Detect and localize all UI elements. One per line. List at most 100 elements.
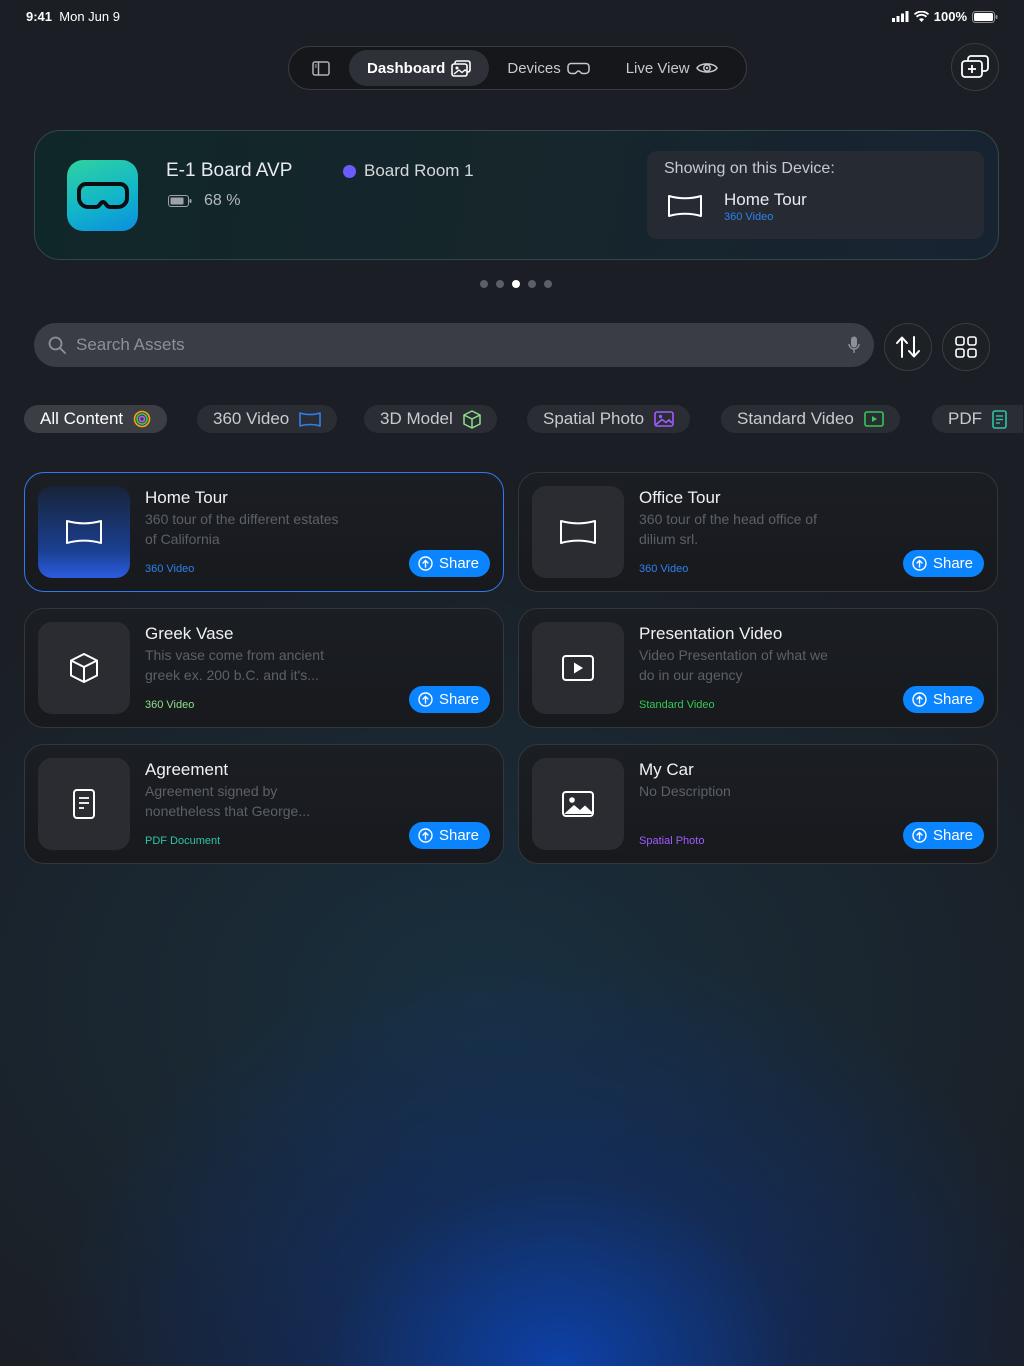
sidebar-toggle-button[interactable] xyxy=(293,50,349,86)
device-battery: 68 % xyxy=(168,192,240,210)
tab-dashboard[interactable]: Dashboard xyxy=(349,50,490,86)
tab-devices[interactable]: Devices xyxy=(489,50,607,86)
share-icon xyxy=(912,556,927,571)
sort-button[interactable] xyxy=(884,323,932,371)
photo-icon xyxy=(562,791,594,817)
asset-card-office-tour[interactable]: Office Tour 360 tour of the head office … xyxy=(518,472,998,592)
cellular-signal-icon xyxy=(891,11,909,22)
asset-title: Home Tour xyxy=(145,488,228,507)
play-icon xyxy=(864,411,884,427)
asset-thumbnail xyxy=(532,486,624,578)
search-icon xyxy=(48,336,66,354)
share-icon xyxy=(418,692,433,707)
share-icon xyxy=(912,692,927,707)
document-icon xyxy=(73,789,95,819)
panorama-icon xyxy=(560,520,596,544)
share-icon xyxy=(912,828,927,843)
photo-icon xyxy=(654,411,674,427)
asset-description: Video Presentation of what we do in our … xyxy=(639,647,828,683)
asset-description: 360 tour of the different estates of Cal… xyxy=(145,511,339,547)
panorama-icon xyxy=(299,411,322,427)
add-content-icon xyxy=(961,55,989,78)
share-button[interactable]: Share xyxy=(902,686,984,713)
filter-360-video[interactable]: 360 Video xyxy=(197,405,338,433)
asset-title: Agreement xyxy=(145,760,229,779)
now-showing-panel[interactable]: Showing on this Device: Home Tour 360 Vi… xyxy=(647,151,984,239)
filter-all-content[interactable]: All Content xyxy=(24,405,168,433)
asset-thumbnail xyxy=(38,486,130,578)
page-dot[interactable] xyxy=(480,280,488,288)
battery-level: 68 % xyxy=(204,192,241,209)
asset-description: This vase come from ancient greek ex. 20… xyxy=(145,647,324,683)
search-bar[interactable]: Search Assets xyxy=(34,323,874,367)
wifi-icon xyxy=(913,11,929,22)
asset-type: 360 Video xyxy=(639,563,689,575)
cube-icon xyxy=(70,653,98,683)
share-button[interactable]: Share xyxy=(408,550,490,577)
asset-type: 360 Video xyxy=(145,699,195,711)
share-button[interactable]: Share xyxy=(902,550,984,577)
room-name: Board Room 1 xyxy=(364,161,474,180)
filter-standard-video[interactable]: Standard Video xyxy=(721,405,900,433)
asset-type: Spatial Photo xyxy=(639,835,705,847)
search-input[interactable]: Search Assets xyxy=(76,335,848,355)
now-showing-name: Home Tour xyxy=(724,190,807,209)
share-button[interactable]: Share xyxy=(902,822,984,849)
tab-live-view[interactable]: Live View xyxy=(608,50,736,86)
eye-icon xyxy=(695,63,718,73)
status-time: 9:41 Mon Jun 9 xyxy=(26,9,120,24)
page-indicator[interactable] xyxy=(480,280,552,288)
asset-card-my-car[interactable]: My Car No Description Spatial Photo Shar… xyxy=(518,744,998,864)
asset-description: No Description xyxy=(639,783,731,799)
microphone-icon xyxy=(848,336,860,353)
headset-icon xyxy=(566,62,590,74)
filter-3d-model[interactable]: 3D Model xyxy=(364,405,497,433)
top-navigation: Dashboard Devices Live View xyxy=(288,46,747,90)
asset-thumbnail xyxy=(532,758,624,850)
asset-card-greek-vase[interactable]: Greek Vase This vase come from ancient g… xyxy=(24,608,504,728)
grid-icon xyxy=(955,336,977,358)
battery-icon xyxy=(972,10,998,23)
battery-percent: 100% xyxy=(933,9,967,24)
share-button[interactable]: Share xyxy=(408,822,490,849)
device-room: Board Room 1 xyxy=(343,161,474,181)
asset-type: Standard Video xyxy=(639,699,715,711)
device-name: E-1 Board AVP xyxy=(166,160,293,181)
sidebar-icon xyxy=(312,60,330,76)
vision-headset-app-icon xyxy=(67,160,138,231)
asset-thumbnail xyxy=(38,758,130,850)
asset-thumbnail xyxy=(38,622,130,714)
asset-description: Agreement signed by nonetheless that Geo… xyxy=(145,783,310,819)
filter-pdf[interactable]: PDF xyxy=(932,405,1023,433)
share-icon xyxy=(418,828,433,843)
filter-spatial-photo[interactable]: Spatial Photo xyxy=(527,405,691,433)
asset-card-home-tour[interactable]: Home Tour 360 tour of the different esta… xyxy=(24,472,504,592)
battery-icon xyxy=(168,195,192,207)
cube-icon xyxy=(463,409,481,429)
asset-title: Presentation Video xyxy=(639,624,783,643)
now-showing-type: 360 Video xyxy=(724,211,774,223)
page-dot[interactable] xyxy=(496,280,504,288)
device-card[interactable]: E-1 Board AVP 68 % Board Room 1 Showing … xyxy=(34,130,999,260)
panorama-icon xyxy=(66,520,102,544)
asset-description: 360 tour of the head office of dilium sr… xyxy=(639,511,817,547)
room-status-dot xyxy=(343,164,356,178)
grid-view-button[interactable] xyxy=(942,323,990,371)
asset-type: PDF Document xyxy=(145,835,221,847)
rings-icon xyxy=(133,410,151,428)
page-dot[interactable] xyxy=(528,280,536,288)
asset-thumbnail xyxy=(532,622,624,714)
status-indicators: 100% xyxy=(891,9,998,24)
asset-card-agreement[interactable]: Agreement Agreement signed by nonetheles… xyxy=(24,744,504,864)
document-icon xyxy=(992,409,1007,429)
page-dot[interactable] xyxy=(544,280,552,288)
asset-card-presentation-video[interactable]: Presentation Video Video Presentation of… xyxy=(518,608,998,728)
dashboard-icon xyxy=(451,59,472,77)
sort-icon xyxy=(896,336,920,358)
play-icon xyxy=(562,655,594,681)
panorama-icon xyxy=(668,195,702,217)
asset-title: Office Tour xyxy=(639,488,721,507)
page-dot-active[interactable] xyxy=(512,280,520,288)
share-button[interactable]: Share xyxy=(408,686,490,713)
add-content-button[interactable] xyxy=(951,43,999,91)
